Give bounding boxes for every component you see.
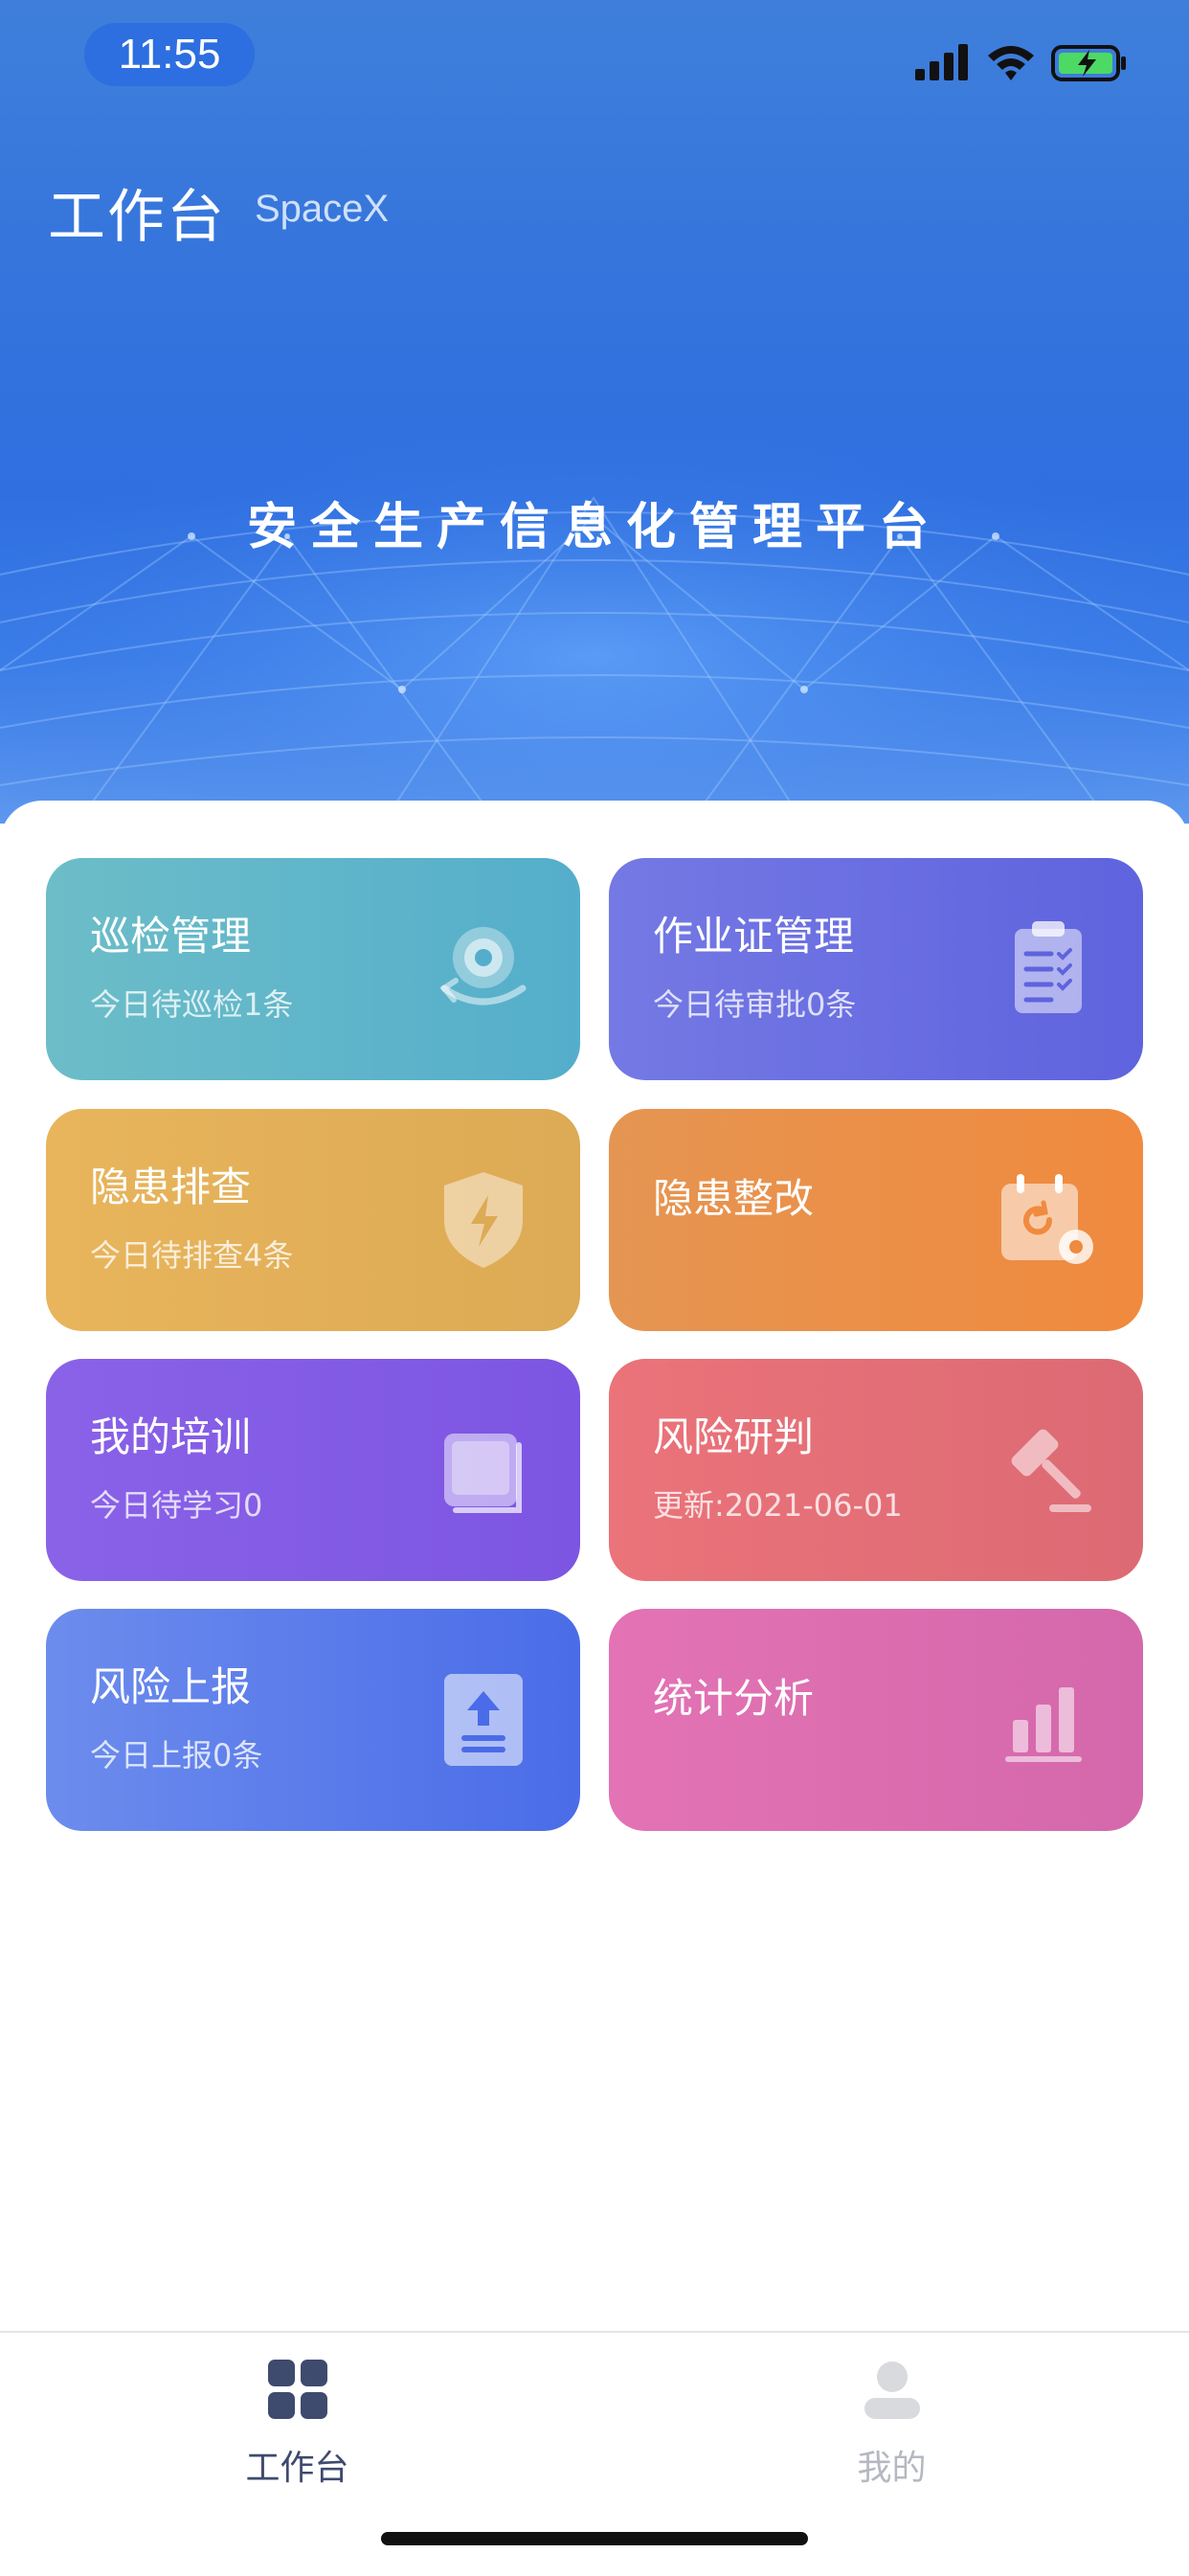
- page-title: 工作台: [48, 184, 226, 251]
- card-statistics[interactable]: 统计分析: [609, 1609, 1143, 1831]
- card-title: 隐患整改: [653, 1175, 815, 1222]
- status-time: 11:55: [84, 23, 255, 86]
- shield-lightning-icon: [444, 1172, 523, 1268]
- bar-chart-icon: [1005, 1687, 1082, 1762]
- card-title: 作业证管理: [653, 913, 855, 960]
- card-title: 巡检管理: [90, 913, 252, 960]
- card-title: 隐患排查: [90, 1164, 252, 1210]
- upload-document-icon: [444, 1674, 523, 1766]
- tab-label: 工作台: [245, 2449, 349, 2488]
- card-title: 风险上报: [90, 1663, 252, 1710]
- inspection-camera-icon: [439, 927, 527, 1006]
- battery-charging-icon: [1051, 45, 1126, 81]
- cellular-signal-icon: [915, 44, 968, 80]
- card-subtitle: 更新:2021-06-01: [653, 1487, 903, 1524]
- platform-title: 安全生产信息化管理平台: [246, 499, 942, 556]
- card-subtitle: 今日待学习0: [90, 1487, 263, 1524]
- card-inspection[interactable]: 巡检管理 今日待巡检1条: [46, 858, 580, 1080]
- card-risk-report[interactable]: 风险上报 今日上报0条: [46, 1609, 580, 1831]
- home-indicator: [381, 2532, 808, 2545]
- tab-workbench[interactable]: 工作台: [0, 2333, 594, 2524]
- book-icon: [444, 1434, 522, 1513]
- card-work-permit[interactable]: 作业证管理 今日待审批0条: [609, 858, 1143, 1080]
- calendar-refresh-gear-icon: [1001, 1174, 1093, 1264]
- tab-label: 我的: [857, 2449, 927, 2488]
- card-hazard-check[interactable]: 隐患排查 今日待排查4条: [46, 1109, 580, 1331]
- card-hazard-rectify[interactable]: 隐患整改: [609, 1109, 1143, 1331]
- clipboard-checklist-icon: [1015, 921, 1082, 1013]
- card-subtitle: 今日上报0条: [90, 1737, 263, 1774]
- header-banner: 11:55 工作台 SpaceX 安全生产信息化管理平台: [0, 0, 1189, 824]
- card-title: 风险研判: [653, 1413, 815, 1460]
- user-icon: [864, 2361, 920, 2419]
- card-subtitle: 今日待排查4条: [90, 1237, 294, 1274]
- wifi-icon: [988, 46, 1034, 80]
- tab-mine[interactable]: 我的: [594, 2333, 1189, 2524]
- card-title: 统计分析: [653, 1675, 815, 1722]
- status-bar: 11:55: [0, 0, 1189, 124]
- card-risk-assessment[interactable]: 风险研判 更新:2021-06-01: [609, 1359, 1143, 1581]
- organization-name: SpaceX: [255, 188, 390, 230]
- card-title: 我的培训: [90, 1413, 252, 1460]
- gavel-icon: [1011, 1429, 1091, 1512]
- grid-icon: [268, 2360, 327, 2419]
- card-subtitle: 今日待巡检1条: [90, 986, 294, 1023]
- card-my-training[interactable]: 我的培训 今日待学习0: [46, 1359, 580, 1581]
- card-subtitle: 今日待审批0条: [653, 986, 857, 1023]
